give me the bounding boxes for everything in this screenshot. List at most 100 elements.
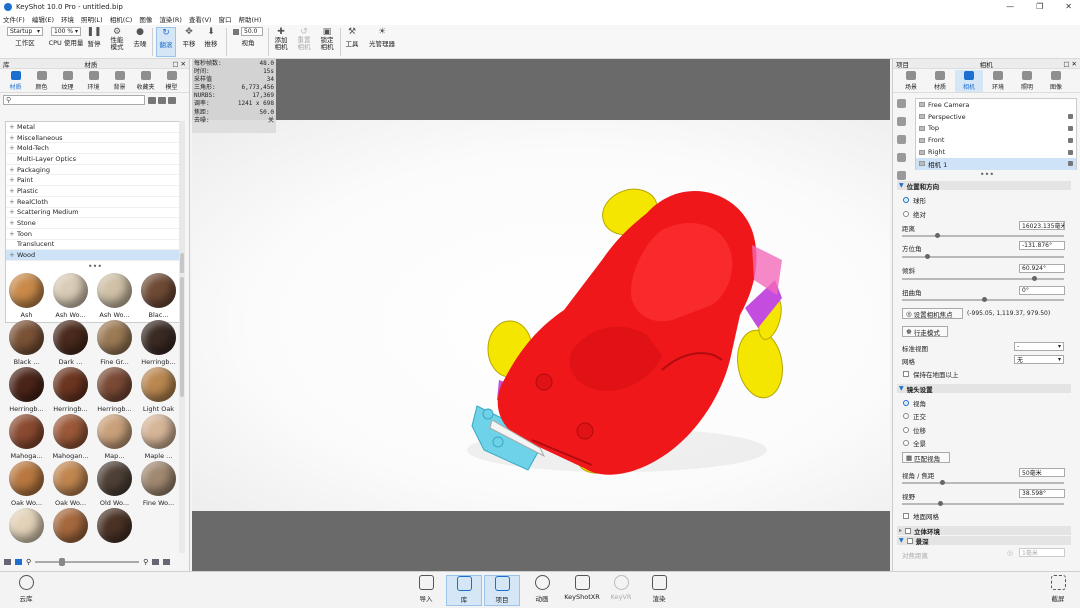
close-icon[interactable]: ✕ <box>1065 2 1072 11</box>
material-thumbnail[interactable]: Oak Wo... <box>5 461 48 508</box>
splitter-dots[interactable]: ••• <box>893 171 1080 179</box>
tree-item[interactable]: Multi-Layer Optics <box>6 154 179 165</box>
project-button[interactable]: 项目 <box>484 575 520 606</box>
dof-checkbox[interactable] <box>906 537 913 544</box>
slider-handle[interactable] <box>1032 276 1037 281</box>
restore-icon[interactable]: ❐ <box>1036 2 1043 11</box>
azimuth-input[interactable]: -131.876° <box>1019 241 1065 250</box>
tab-environment[interactable]: 环境 <box>984 70 1012 92</box>
fov-input[interactable]: 50.0 <box>241 27 263 36</box>
target-icon[interactable]: ◎ <box>1007 549 1013 557</box>
material-thumbnail[interactable]: Oak Wo... <box>49 461 92 508</box>
lens-orthographic-radio[interactable]: 正交 <box>903 411 926 421</box>
focal-length-slider[interactable] <box>902 480 1064 485</box>
menu-view[interactable]: 查看(V) <box>189 14 212 24</box>
material-thumbnail[interactable]: Ash Wo... <box>49 273 92 320</box>
inclination-slider[interactable] <box>902 276 1064 281</box>
tab-materials[interactable]: 材质 <box>3 70 28 92</box>
azimuth-slider[interactable] <box>902 254 1064 259</box>
expand-icon[interactable]: + <box>9 187 17 195</box>
add-camera-icon[interactable] <box>897 99 906 108</box>
material-thumbnail[interactable]: Light Oak <box>137 367 180 414</box>
reset-icon[interactable] <box>897 153 906 162</box>
lock-camera-button[interactable]: ▣ 锁定 相机 <box>317 27 337 57</box>
sphere-radio[interactable]: 球形 <box>903 195 926 205</box>
expand-icon[interactable]: + <box>9 230 17 238</box>
standard-view-select[interactable]: - ▾ <box>1014 342 1064 351</box>
tab-favorites[interactable]: 收藏夹 <box>133 70 158 92</box>
material-thumbnail[interactable]: Ash <box>5 273 48 320</box>
keyvr-button[interactable]: KeyVR <box>603 575 639 606</box>
field-of-view-input[interactable]: 38.598° <box>1019 489 1065 498</box>
lens-perspective-radio[interactable]: 视角 <box>903 398 926 408</box>
material-thumbnail[interactable]: Herringb... <box>93 367 136 414</box>
slider-handle[interactable] <box>982 297 987 302</box>
splitter-dots[interactable]: ••• <box>0 263 190 271</box>
cpu-select[interactable]: 100 % ▾ <box>51 27 81 36</box>
pause-button[interactable]: ❚❚ 暂停 <box>86 27 102 57</box>
tree-item[interactable]: + Packaging <box>6 165 179 176</box>
camera-list-item[interactable]: Free Camera <box>916 99 1076 111</box>
material-thumbnail[interactable]: Black ... <box>5 320 48 367</box>
thumbnail-scrollbar[interactable] <box>179 273 185 553</box>
tab-backgrounds[interactable]: 背景 <box>107 70 132 92</box>
tools-button[interactable]: ⚒ 工具 <box>343 27 361 57</box>
expand-icon[interactable]: + <box>9 134 17 142</box>
lock-icon[interactable] <box>1068 149 1073 155</box>
material-thumbnail[interactable]: Blac... <box>137 273 180 320</box>
material-thumbnail[interactable]: Map... <box>93 414 136 461</box>
folder-icon[interactable] <box>148 96 156 104</box>
slider-handle[interactable] <box>938 501 943 506</box>
menu-environment[interactable]: 环境 <box>61 14 74 24</box>
camera-list-item[interactable]: Right <box>916 146 1076 158</box>
grid-view-icon[interactable] <box>15 559 22 565</box>
expand-icon[interactable]: + <box>9 166 17 174</box>
position-section-header[interactable]: ▼ 位置和方向 <box>897 181 1071 191</box>
material-thumbnail[interactable]: Fine Gr... <box>93 320 136 367</box>
stereo-section-header[interactable]: ▸ 立体环境 <box>897 526 1071 536</box>
tumble-button[interactable]: ↻ 翻滚 <box>156 27 176 57</box>
tree-item[interactable]: + Scattering Medium <box>6 208 179 219</box>
expand-icon[interactable]: + <box>9 251 17 259</box>
stereo-checkbox[interactable] <box>905 527 912 534</box>
inclination-input[interactable]: 60.924° <box>1019 264 1065 273</box>
twist-input[interactable]: 0° <box>1019 286 1065 295</box>
tree-item[interactable]: + Miscellaneous <box>6 133 179 144</box>
slider-handle[interactable] <box>925 254 930 259</box>
zoom-in-icon[interactable]: ⚲ <box>143 558 148 566</box>
render-button[interactable]: 渲染 <box>641 575 677 606</box>
material-thumbnail[interactable] <box>93 508 136 555</box>
camera-list-item[interactable]: Front <box>916 134 1076 146</box>
lock-icon[interactable] <box>1068 114 1073 120</box>
expand-icon[interactable]: + <box>9 123 17 131</box>
menu-window[interactable]: 窗口 <box>218 14 231 24</box>
reset-camera-button[interactable]: ↺ 重置 相机 <box>294 27 314 57</box>
field-of-view-slider[interactable] <box>902 501 1064 506</box>
duplicate-icon[interactable] <box>897 117 906 126</box>
car-model-render[interactable] <box>192 120 890 511</box>
animation-button[interactable]: 动画 <box>524 575 560 606</box>
zoom-out-icon[interactable]: ⚲ <box>26 558 31 566</box>
thumbnail-size-slider[interactable] <box>35 558 140 566</box>
walk-mode-button[interactable]: ☸ 行走模式 <box>902 326 948 337</box>
menu-file[interactable]: 文件(F) <box>3 14 25 24</box>
dolly-button[interactable]: ⬇ 推移 <box>202 27 220 57</box>
material-thumbnail[interactable]: Fine Wo... <box>137 461 180 508</box>
menu-lighting[interactable]: 照明(L) <box>81 14 103 24</box>
menu-help[interactable]: 帮助(H) <box>238 14 261 24</box>
material-thumbnail[interactable]: Old Wo... <box>93 461 136 508</box>
material-thumbnail[interactable]: Mahoga... <box>5 414 48 461</box>
menu-camera[interactable]: 相机(C) <box>110 14 133 24</box>
camera-list-item[interactable]: 相机 1 <box>916 157 1076 170</box>
camera-list-item[interactable]: Top <box>916 123 1076 135</box>
tree-item[interactable]: + Mold-Tech <box>6 143 179 155</box>
lens-panoramic-radio[interactable]: 全景 <box>903 438 926 448</box>
material-thumbnail[interactable] <box>49 508 92 555</box>
tab-environments[interactable]: 环境 <box>81 70 106 92</box>
lens-section-header[interactable]: ▼ 镜头设置 <box>897 384 1071 394</box>
screenshot-button[interactable]: 截屏 <box>1040 575 1076 606</box>
panel-controls-icon[interactable]: □ ✕ <box>1063 60 1077 68</box>
camera-list-item[interactable]: Perspective <box>916 111 1076 123</box>
tree-item[interactable]: + Stone <box>6 218 179 229</box>
expand-icon[interactable]: + <box>9 198 17 206</box>
